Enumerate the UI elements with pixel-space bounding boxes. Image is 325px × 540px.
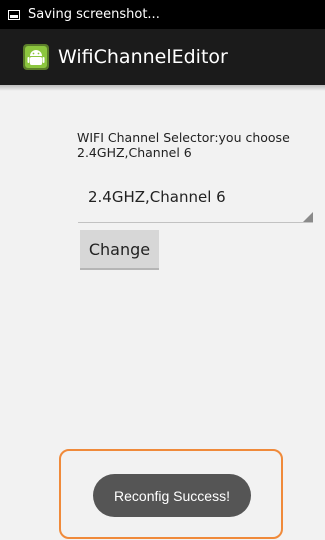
screenshot-notification-icon — [8, 9, 20, 20]
android-app-icon[interactable] — [22, 43, 50, 71]
spinner-selected-value: 2.4GHZ,Channel 6 — [88, 188, 226, 206]
spinner-dropdown-icon — [303, 212, 313, 222]
channel-spinner[interactable]: 2.4GHZ,Channel 6 — [78, 178, 313, 223]
action-bar-shadow — [0, 85, 325, 91]
action-bar: WifiChannelEditor — [0, 29, 325, 85]
app-title: WifiChannelEditor — [58, 46, 228, 68]
toast-message: Reconfig Success! — [93, 474, 251, 517]
change-button[interactable]: Change — [80, 230, 159, 270]
status-bar: Saving screenshot... — [0, 0, 325, 29]
status-text: Saving screenshot... — [28, 7, 160, 22]
channel-selector-label: WIFI Channel Selector:you choose 2.4GHZ,… — [77, 130, 290, 160]
toast-text: Reconfig Success! — [114, 487, 230, 504]
